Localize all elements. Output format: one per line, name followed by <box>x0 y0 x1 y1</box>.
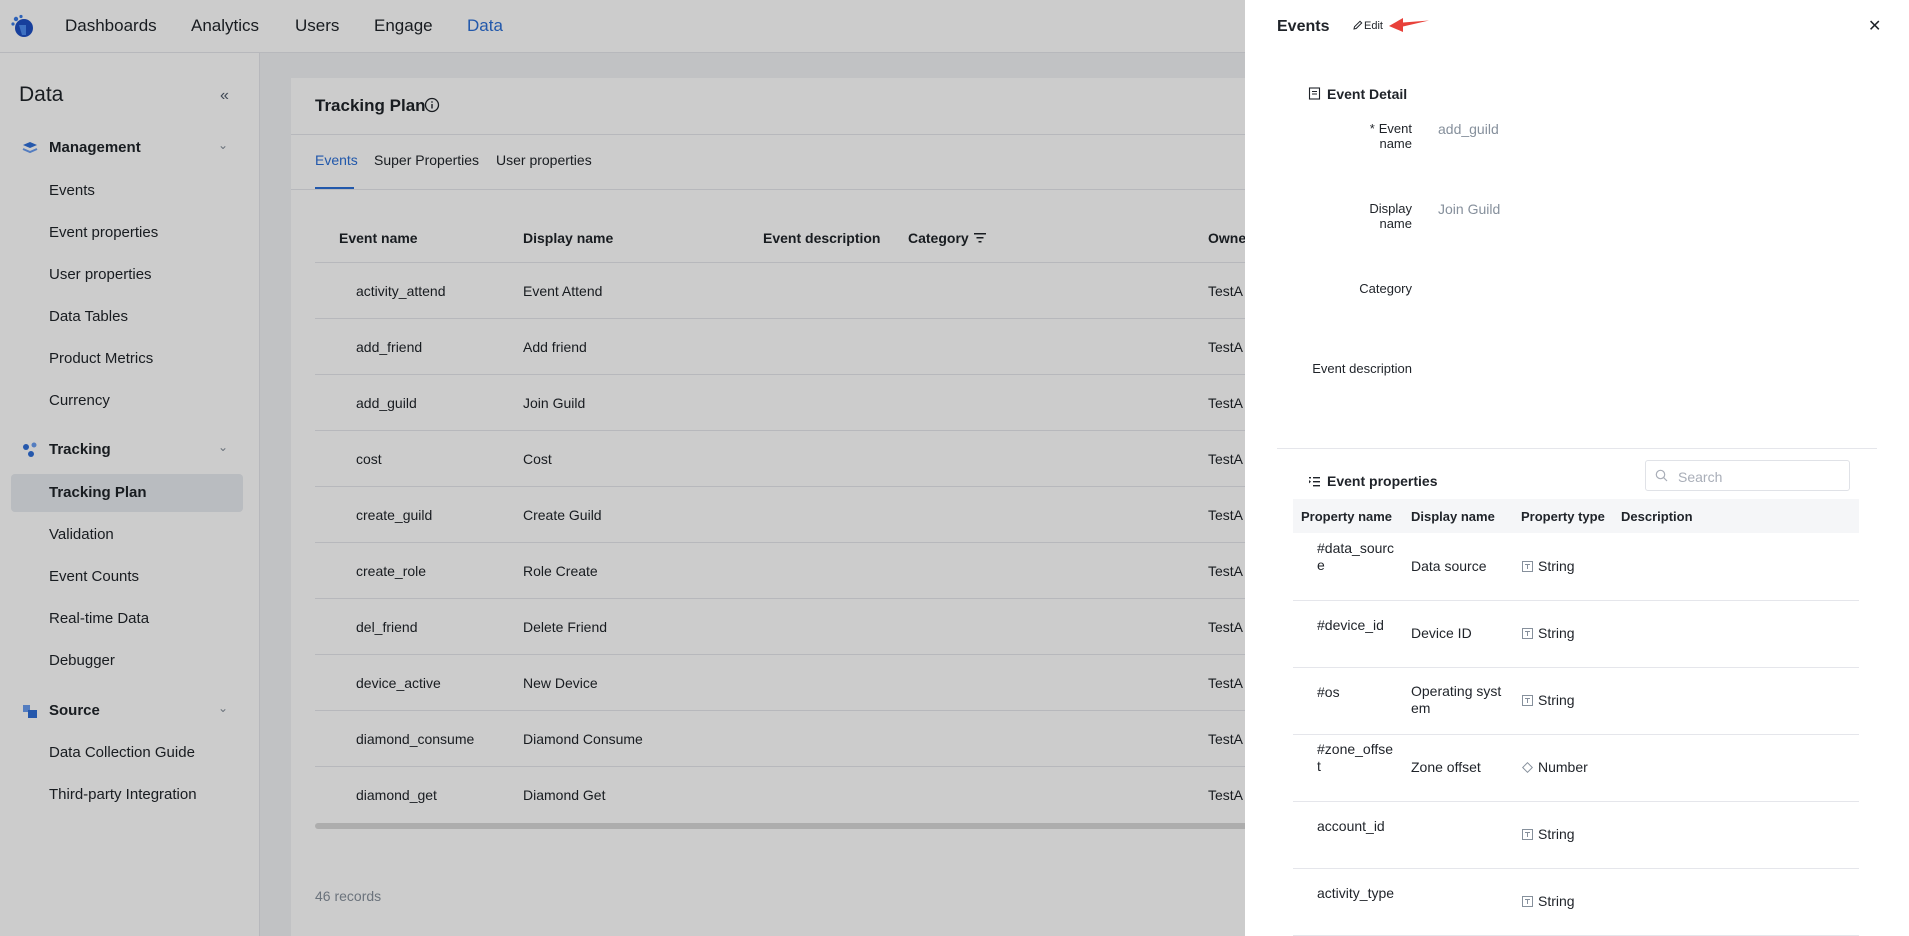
search-icon <box>1655 469 1668 482</box>
event-detail-section-title: Event Detail <box>1327 86 1408 102</box>
property-list-icon <box>1309 477 1320 487</box>
divider <box>1277 448 1877 449</box>
event-name-label: * Event name <box>1369 121 1412 151</box>
table-row[interactable]: #device_id Device ID String <box>1293 600 1859 668</box>
event-name-value: add_guild <box>1438 121 1499 137</box>
category-label: Category <box>1359 281 1412 296</box>
table-row[interactable]: #data_sourc e Data source String <box>1293 533 1859 601</box>
table-row[interactable]: #zone_offse t Zone offset Number <box>1293 734 1859 802</box>
drawer-backdrop[interactable] <box>0 0 1245 936</box>
string-type-icon <box>1522 829 1533 840</box>
event-description-label: Event description <box>1312 361 1412 376</box>
column-header-description: Description <box>1621 509 1693 524</box>
string-type-icon <box>1522 561 1533 572</box>
table-row[interactable]: #os Operating syst em String <box>1293 667 1859 735</box>
close-icon[interactable]: ✕ <box>1868 16 1881 36</box>
string-type-icon <box>1522 695 1533 706</box>
number-type-icon <box>1522 762 1533 773</box>
property-table-header: Property name Display name Property type… <box>1293 499 1859 533</box>
column-header-property-type: Property type <box>1521 509 1605 524</box>
string-type-icon <box>1522 628 1533 639</box>
display-name-label: Display name <box>1369 201 1412 231</box>
display-name-value: Join Guild <box>1438 201 1501 217</box>
column-header-property-name: Property name <box>1301 509 1393 524</box>
document-icon <box>1308 87 1321 100</box>
event-properties-section-title: Event properties <box>1327 473 1438 489</box>
table-row[interactable]: account_id String <box>1293 801 1859 869</box>
table-row[interactable]: activity_type String <box>1293 868 1859 936</box>
pencil-icon <box>1353 20 1363 30</box>
search-input[interactable] <box>1676 466 1845 488</box>
annotation-arrow-icon <box>1389 18 1429 32</box>
property-search-field[interactable] <box>1645 460 1850 491</box>
column-header-display-name: Display name <box>1411 509 1495 524</box>
drawer-title: Events <box>1277 18 1330 35</box>
event-detail-drawer: Events Edit ✕ Event Detail * Event name a… <box>1245 0 1909 936</box>
edit-button[interactable]: Edit <box>1353 20 1383 32</box>
string-type-icon <box>1522 896 1533 907</box>
